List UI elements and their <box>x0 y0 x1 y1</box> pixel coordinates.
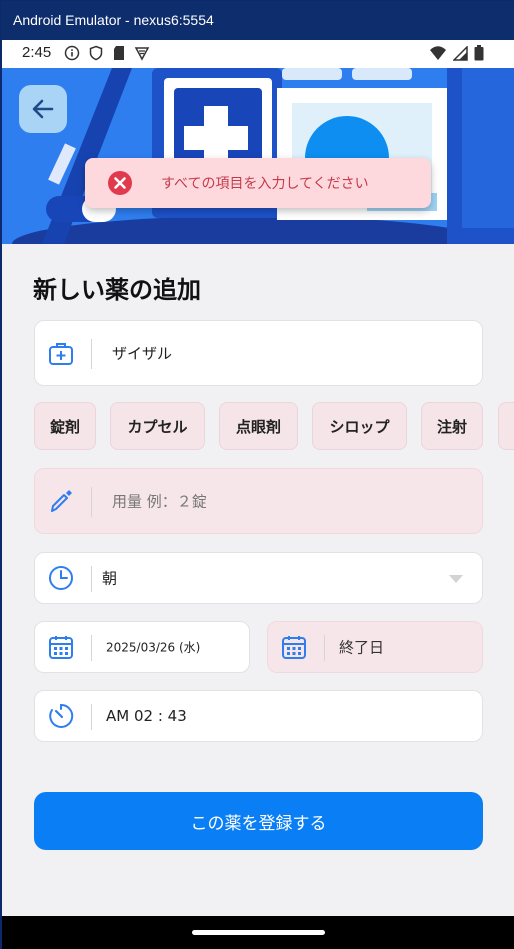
vpn-icon <box>134 47 150 61</box>
start-date-value: 2025/03/26 (水) <box>106 640 201 655</box>
timing-select[interactable]: 朝 <box>34 552 483 604</box>
error-icon <box>108 171 132 195</box>
end-date-placeholder: 終了日 <box>339 638 385 657</box>
battery-icon <box>474 45 484 61</box>
chevron-down-icon <box>449 575 463 583</box>
start-date-field[interactable]: 2025/03/26 (水) <box>34 621 250 673</box>
header-illustration: すべての項目を入力してください <box>2 68 514 244</box>
dropper-icon <box>51 490 72 512</box>
status-time: 2:45 <box>22 44 52 61</box>
register-medicine-button[interactable]: この薬を登録する <box>34 792 483 850</box>
timer-icon <box>49 703 74 728</box>
timing-value: 朝 <box>102 569 118 588</box>
add-medicine-form: 新しい薬の追加 ザイザル 錠剤 カプセル 点眼剤 シロップ 注射 用量 例：２錠 <box>2 244 514 916</box>
page-title: 新しい薬の追加 <box>33 276 201 304</box>
back-button[interactable] <box>19 85 67 133</box>
signal-icon <box>453 45 468 61</box>
end-date-field[interactable]: 終了日 <box>267 621 483 673</box>
calendar-icon <box>49 636 73 659</box>
navigation-bar <box>2 916 514 949</box>
chip-eye-drops[interactable]: 点眼剤 <box>219 402 298 450</box>
emulator-window: Android Emulator - nexus6:5554 2:45 すべての… <box>0 0 514 949</box>
sd-card-icon <box>114 46 124 60</box>
calendar-icon <box>282 636 306 659</box>
time-value: AM 02 : 43 <box>106 707 187 725</box>
dosage-placeholder: 用量 例：２錠 <box>112 492 207 511</box>
clock-icon <box>49 566 73 590</box>
info-icon <box>64 45 80 61</box>
arrow-left-icon <box>32 99 54 119</box>
dosage-form-chips: 錠剤 カプセル 点眼剤 シロップ 注射 <box>34 402 514 452</box>
wifi-icon <box>430 46 446 60</box>
phone-screen: 2:45 すべての項目を入力してください 新しい薬の追加 ザイザル 錠剤 カプセ… <box>2 40 514 949</box>
time-field[interactable]: AM 02 : 43 <box>34 690 483 742</box>
status-bar: 2:45 <box>2 40 514 68</box>
home-gesture-handle[interactable] <box>192 930 325 935</box>
chip-tablet[interactable]: 錠剤 <box>34 402 96 450</box>
chip-syrup[interactable]: シロップ <box>312 402 407 450</box>
chip-more[interactable] <box>498 402 514 450</box>
toast-message: すべての項目を入力してください <box>161 176 369 192</box>
medicine-name-field[interactable]: ザイザル <box>34 320 483 386</box>
chip-capsule[interactable]: カプセル <box>110 402 205 450</box>
error-toast: すべての項目を入力してください <box>85 158 431 208</box>
medical-kit-icon <box>49 343 73 365</box>
medicine-name-value: ザイザル <box>112 344 173 363</box>
shield-icon <box>89 45 103 61</box>
chip-injection[interactable]: 注射 <box>421 402 483 450</box>
dosage-field[interactable]: 用量 例：２錠 <box>34 468 483 534</box>
window-title: Android Emulator - nexus6:5554 <box>1 1 514 40</box>
medical-illustration <box>2 68 514 244</box>
